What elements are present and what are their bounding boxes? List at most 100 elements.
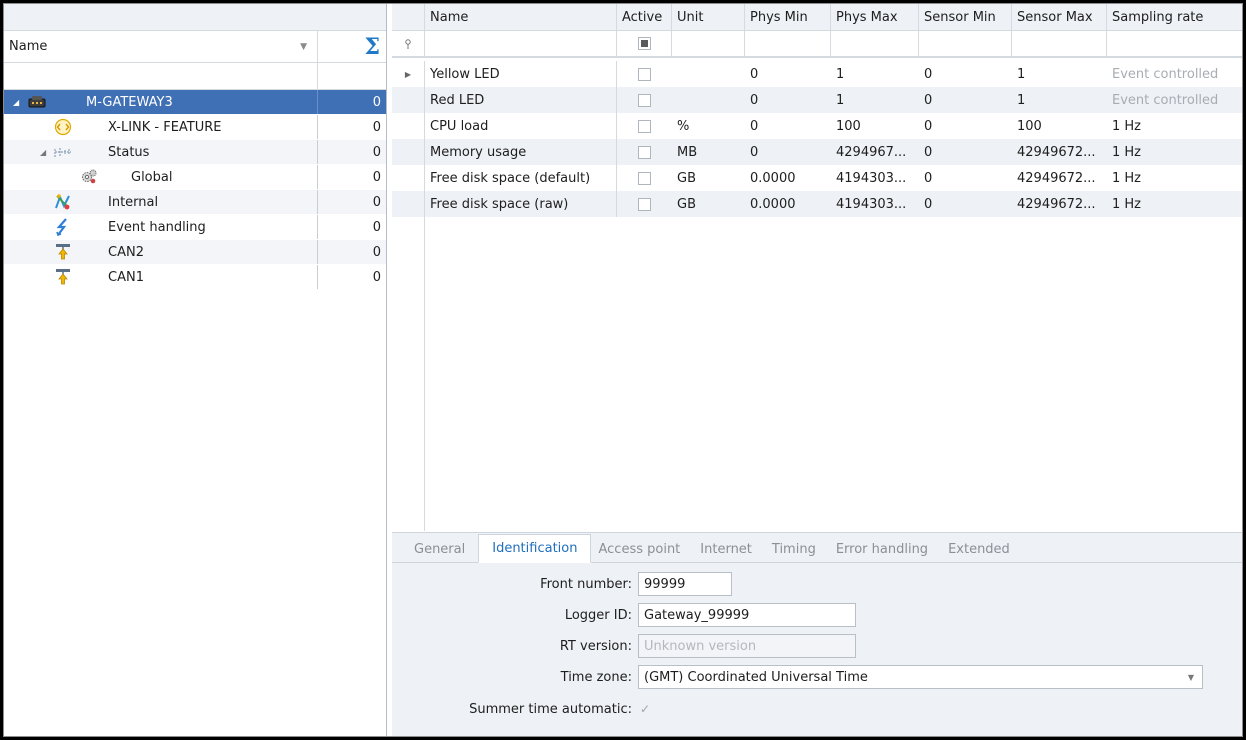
- filter-sensor-max[interactable]: [1012, 31, 1107, 56]
- cell-sensor-max: 100: [1017, 118, 1042, 134]
- sigma-icon: Σ: [364, 33, 380, 60]
- tree-item-count: 0: [372, 194, 381, 210]
- cell-name: Free disk space (raw): [425, 191, 617, 217]
- tree-item-name-cell: Internal: [4, 190, 318, 214]
- chevron-down-icon[interactable]: ▼: [300, 42, 307, 52]
- column-header-unit[interactable]: Unit: [672, 4, 745, 30]
- time-zone-select[interactable]: (GMT) Coordinated Universal Time ▼: [638, 665, 1203, 689]
- tree-filter-name[interactable]: [4, 63, 318, 89]
- cell-sampling-rate: Event controlled: [1112, 92, 1219, 108]
- time-zone-row: Time zone: (GMT) Coordinated Universal T…: [392, 664, 1203, 690]
- tree-item-status[interactable]: ◢ Status 0: [4, 140, 386, 165]
- table-row[interactable]: CPU load % 0 100 0 100 1 Hz: [392, 113, 1242, 139]
- tree-item-x-link-feature[interactable]: X-LINK - FEATURE 0: [4, 115, 386, 140]
- tab-access-point[interactable]: Access point: [591, 536, 693, 562]
- active-checkbox[interactable]: [638, 93, 651, 107]
- active-checkbox[interactable]: [638, 197, 651, 211]
- active-checkbox[interactable]: [638, 119, 651, 133]
- cell-sampling-rate: 1 Hz: [1112, 196, 1142, 212]
- pin-icon[interactable]: [392, 31, 425, 56]
- logger-id-input[interactable]: Gateway_99999: [638, 603, 856, 627]
- cell-sensor-min: 0: [924, 170, 933, 186]
- cell-active[interactable]: [617, 87, 672, 113]
- cell-sensor-max: 42949672...: [1017, 144, 1096, 160]
- summer-time-row: Summer time automatic: ✓: [392, 696, 652, 722]
- column-header-phys-min[interactable]: Phys Min: [745, 4, 831, 30]
- front-number-input[interactable]: 99999: [638, 572, 732, 596]
- tree-item-count: 0: [372, 269, 381, 285]
- filter-name[interactable]: [425, 31, 617, 56]
- filter-unit[interactable]: [672, 31, 745, 56]
- summer-time-checkbox[interactable]: ✓: [638, 702, 652, 716]
- filter-sensor-min[interactable]: [919, 31, 1012, 56]
- time-zone-value: (GMT) Coordinated Universal Time: [644, 669, 868, 685]
- tree-panel: Name ▼ Σ ◢ M-GATEWAY3 0 X-LINK - FEATURE…: [4, 4, 387, 736]
- active-checkbox[interactable]: [638, 145, 651, 159]
- tab-identification[interactable]: Identification: [478, 534, 592, 563]
- cell-active[interactable]: [617, 139, 672, 165]
- column-header-sampling-rate[interactable]: Sampling rate: [1107, 4, 1242, 30]
- filter-active[interactable]: [617, 31, 672, 56]
- cell-sampling-rate: 1 Hz: [1112, 144, 1142, 160]
- column-header-active[interactable]: Active: [617, 4, 672, 30]
- internal-icon: [54, 193, 72, 211]
- column-header-sensor-max[interactable]: Sensor Max: [1012, 4, 1107, 30]
- sum-column-header[interactable]: Σ: [318, 31, 386, 62]
- table-row[interactable]: Free disk space (raw) GB 0.0000 4194303.…: [392, 191, 1242, 217]
- tree-item-m-gateway3[interactable]: ◢ M-GATEWAY3 0: [4, 90, 386, 115]
- cell-phys-max: 1: [836, 92, 845, 108]
- name-column-header[interactable]: Name ▼: [4, 31, 318, 62]
- cell-active[interactable]: [617, 165, 672, 191]
- tree-item-global[interactable]: Global 0: [4, 165, 386, 190]
- front-number-label: Front number:: [540, 576, 632, 592]
- table-row[interactable]: Red LED 0 1 0 1 Event controlled: [392, 87, 1242, 113]
- status-icon: [54, 143, 72, 161]
- table-row[interactable]: Free disk space (default) GB 0.0000 4194…: [392, 165, 1242, 191]
- column-header-sensor-min[interactable]: Sensor Min: [919, 4, 1012, 30]
- active-checkbox[interactable]: [638, 67, 651, 81]
- column-header-name[interactable]: Name: [425, 4, 617, 30]
- expander-icon[interactable]: ◢: [40, 148, 46, 157]
- filter-active-checkbox[interactable]: [637, 37, 651, 50]
- cell-sensor-max: 1: [1017, 66, 1026, 82]
- tree-item-internal[interactable]: Internal 0: [4, 190, 386, 215]
- cell-phys-min: 0: [750, 144, 759, 160]
- active-checkbox[interactable]: [638, 171, 651, 185]
- tree-item-label: Global: [131, 169, 173, 185]
- filter-phys-min[interactable]: [745, 31, 831, 56]
- tab-timing[interactable]: Timing: [765, 536, 829, 562]
- rt-version-label: RT version:: [559, 638, 632, 654]
- tree-item-name-cell: X-LINK - FEATURE: [4, 115, 318, 139]
- main-window: Name ▼ Σ ◢ M-GATEWAY3 0 X-LINK - FEATURE…: [3, 3, 1243, 737]
- cell-active[interactable]: [617, 191, 672, 217]
- tab-internet[interactable]: Internet: [693, 536, 765, 562]
- tree-item-name-cell: ◢ M-GATEWAY3: [4, 90, 318, 114]
- cell-active[interactable]: [617, 61, 672, 87]
- cell-active[interactable]: [617, 113, 672, 139]
- cell-phys-min: 0: [750, 92, 759, 108]
- tree-item-can2[interactable]: CAN2 0: [4, 240, 386, 265]
- filter-sampling-rate[interactable]: [1107, 31, 1242, 56]
- tree-item-can1[interactable]: CAN1 0: [4, 265, 386, 290]
- tab-extended[interactable]: Extended: [941, 536, 1023, 562]
- row-indicator: [392, 87, 425, 113]
- cell-sensor-max: 1: [1017, 92, 1026, 108]
- chevron-down-icon[interactable]: ▼: [1188, 673, 1194, 682]
- tree-item-label: Status: [108, 144, 150, 160]
- rt-version-input[interactable]: Unknown version: [638, 634, 856, 658]
- column-header-phys-max[interactable]: Phys Max: [831, 4, 919, 30]
- tab-error-handling[interactable]: Error handling: [829, 536, 941, 562]
- cell-unit: [672, 61, 745, 87]
- expander-icon[interactable]: ◢: [13, 98, 19, 107]
- filter-phys-max[interactable]: [831, 31, 919, 56]
- tree-item-count: 0: [372, 244, 381, 260]
- cell-unit: MB: [677, 144, 698, 160]
- tree-header: Name ▼ Σ: [4, 31, 386, 63]
- tab-general[interactable]: General: [407, 536, 478, 562]
- cell-unit: GB: [677, 170, 696, 186]
- tree-filter-row[interactable]: [4, 63, 386, 90]
- tree-item-count: 0: [372, 119, 381, 135]
- table-row[interactable]: Memory usage MB 0 4294967... 0 42949672.…: [392, 139, 1242, 165]
- tree-item-event-handling[interactable]: Event handling 0: [4, 215, 386, 240]
- table-row[interactable]: ▶ Yellow LED 0 1 0 1 Event controlled: [392, 61, 1242, 87]
